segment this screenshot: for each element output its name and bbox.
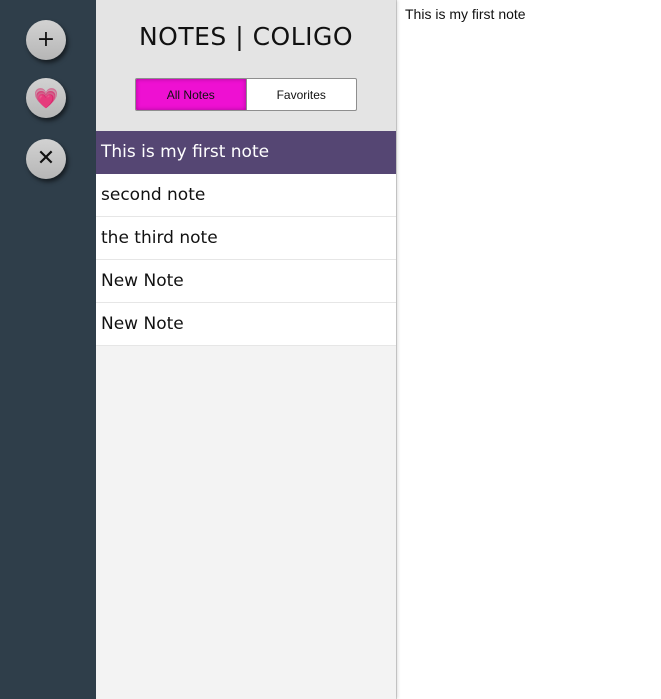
note-list: This is my first note second note the th…	[96, 131, 396, 346]
heart-icon: 💗	[33, 86, 59, 110]
note-editor[interactable]: This is my first note	[396, 0, 661, 699]
list-item[interactable]: New Note	[96, 260, 396, 303]
app-title: NOTES | COLIGO	[138, 22, 354, 51]
list-header: NOTES | COLIGO All Notes Favorites	[96, 0, 396, 131]
favorites-tab[interactable]: Favorites	[247, 79, 357, 110]
add-note-button[interactable]: +	[26, 20, 66, 60]
list-item[interactable]: New Note	[96, 303, 396, 346]
list-item[interactable]: This is my first note	[96, 131, 396, 174]
note-content[interactable]: This is my first note	[405, 6, 653, 22]
list-item[interactable]: the third note	[96, 217, 396, 260]
notes-list-panel: NOTES | COLIGO All Notes Favorites This …	[96, 0, 396, 699]
close-icon: ✕	[36, 146, 56, 171]
action-rail: + 💗 ✕	[0, 0, 96, 699]
delete-note-button[interactable]: ✕	[26, 139, 66, 179]
plus-icon: +	[36, 27, 56, 52]
all-notes-tab[interactable]: All Notes	[136, 79, 247, 110]
filter-toggle: All Notes Favorites	[135, 78, 357, 111]
favorite-note-button[interactable]: 💗	[26, 78, 66, 118]
notes-app: + 💗 ✕ NOTES | COLIGO All Notes Favorites…	[0, 0, 661, 699]
list-item[interactable]: second note	[96, 174, 396, 217]
